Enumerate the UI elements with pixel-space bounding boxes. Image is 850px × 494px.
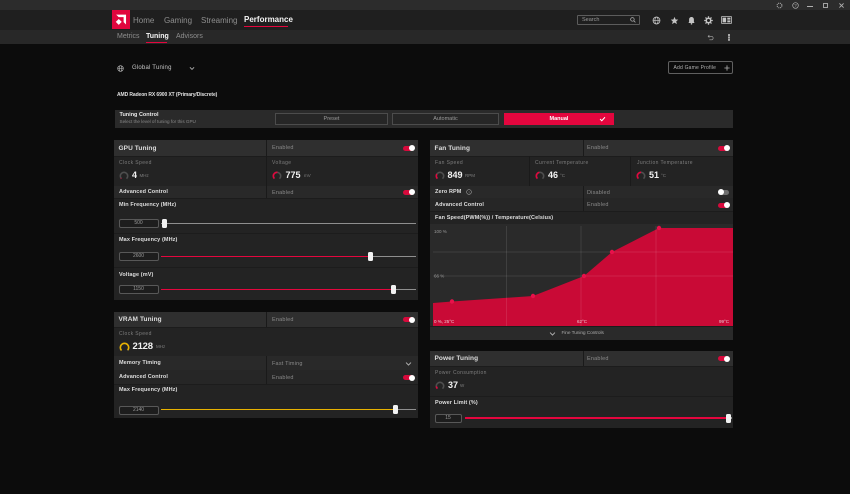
svg-text:99°C: 99°C — [719, 319, 730, 324]
svg-text:66 %: 66 % — [434, 274, 444, 279]
svg-text:i: i — [469, 189, 470, 194]
svg-text:100 %: 100 % — [434, 229, 447, 234]
svg-text:0 %, 25°C: 0 %, 25°C — [434, 319, 455, 324]
svg-text:62°C: 62°C — [577, 319, 588, 324]
svg-text:?: ? — [794, 3, 797, 8]
